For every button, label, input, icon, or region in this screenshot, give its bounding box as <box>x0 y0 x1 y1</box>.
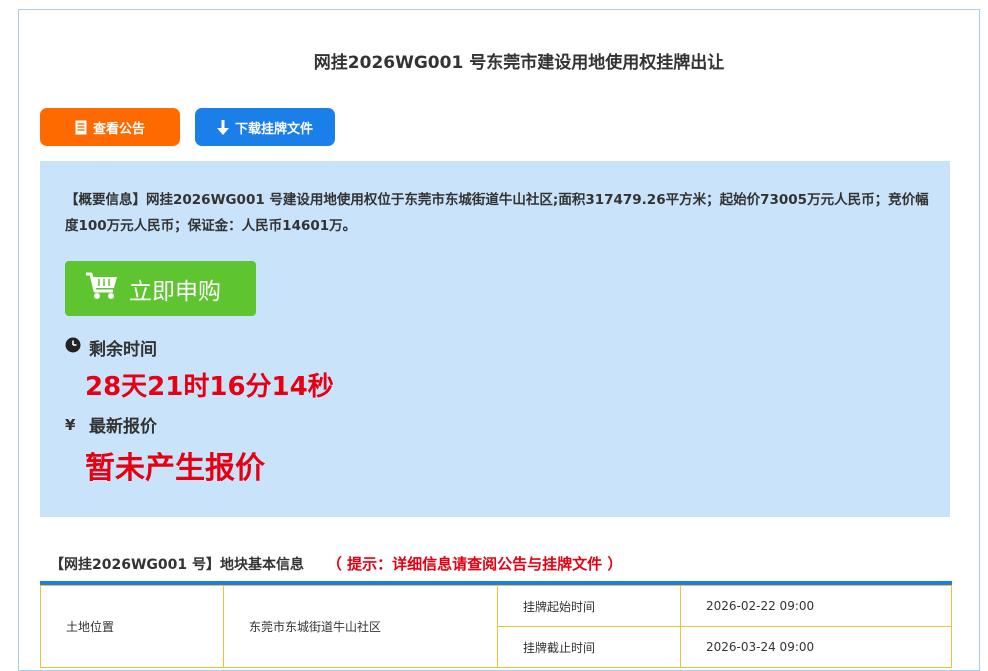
land-info-table: 土地位置 东莞市东城街道牛山社区 挂牌起始时间 2026-02-22 09:00… <box>40 585 952 668</box>
remaining-time-row: 剩余时间 <box>65 335 157 360</box>
table-cell-value: 东莞市东城街道牛山社区 <box>223 585 498 668</box>
section-title: 【网挂2026WG001 号】地块基本信息 <box>50 557 304 573</box>
table-cell-key: 土地位置 <box>40 585 224 668</box>
overview-panel: 【概要信息】网挂2026WG001 号建设用地使用权位于东莞市东城街道牛山社区;… <box>40 161 950 517</box>
table-cell-value: 2026-02-22 09:00 <box>680 585 952 627</box>
countdown-value: 28天21时16分14秒 <box>85 372 334 402</box>
table-row: 土地位置 东莞市东城街道牛山社区 挂牌起始时间 2026-02-22 09:00 <box>40 585 952 668</box>
shopping-cart-icon <box>85 271 119 307</box>
section-heading: 【网挂2026WG001 号】地块基本信息 （ 提示：详细信息请查阅公告与挂牌文… <box>50 553 622 574</box>
latest-price-row: ¥ 最新报价 <box>65 412 157 438</box>
remaining-time-label: 剩余时间 <box>89 340 157 360</box>
table-cell-value: 2026-03-24 09:00 <box>680 626 952 668</box>
yen-icon: ¥ <box>65 415 76 434</box>
download-label: 下载挂牌文件 <box>234 121 313 137</box>
table-cell-key: 挂牌截止时间 <box>497 626 681 668</box>
download-listing-file-button[interactable]: 下载挂牌文件 <box>195 108 335 146</box>
apply-now-button[interactable]: 立即申购 <box>65 261 256 316</box>
table-cell-key: 挂牌起始时间 <box>497 585 681 627</box>
page-title: 网挂2026WG001 号东莞市建设用地使用权挂牌出让 <box>313 53 725 73</box>
download-arrow-icon <box>216 119 229 135</box>
clock-icon <box>65 337 81 358</box>
document-icon <box>75 120 87 135</box>
view-notice-button[interactable]: 查看公告 <box>40 108 180 146</box>
overview-summary: 【概要信息】网挂2026WG001 号建设用地使用权位于东莞市东城街道牛山社区;… <box>65 192 929 234</box>
view-notice-label: 查看公告 <box>92 121 145 137</box>
section-hint: （ 提示：详细信息请查阅公告与挂牌文件 ） <box>326 555 623 573</box>
apply-now-label: 立即申购 <box>129 278 221 305</box>
latest-price-value: 暂未产生报价 <box>85 451 265 486</box>
latest-price-label: 最新报价 <box>89 417 157 437</box>
